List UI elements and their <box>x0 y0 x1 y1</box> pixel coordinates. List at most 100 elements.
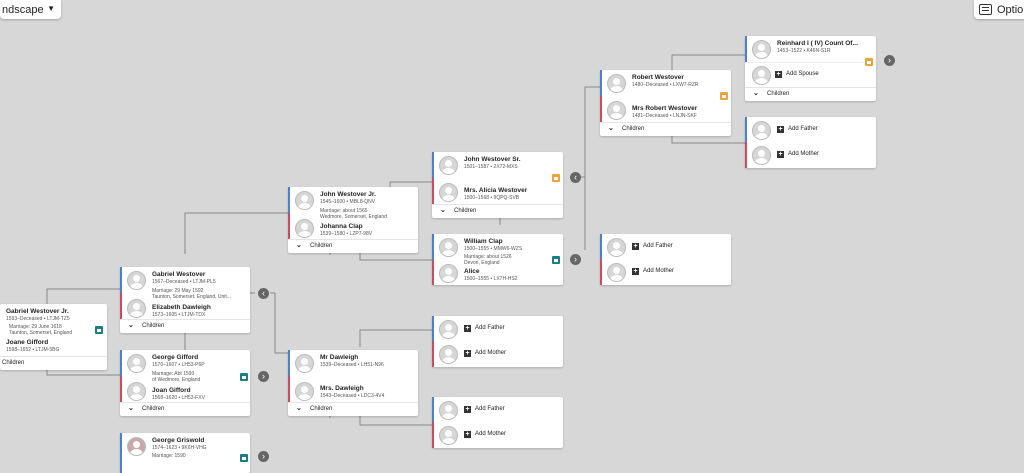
person-name[interactable]: Gabriel Westover Jr. <box>6 308 69 315</box>
person-name[interactable]: Gabriel Westover <box>152 271 205 278</box>
children-toggle[interactable]: ⌄ Children <box>432 204 563 218</box>
add-spouse-row[interactable]: + Add Spouse <box>745 62 876 88</box>
avatar-icon <box>295 354 314 373</box>
couple-card[interactable]: Mr Dawleigh 1539–Deceased • LH51-N96 Mrs… <box>288 350 418 416</box>
couple-card[interactable]: George Griswold 1574–1623 • 9K6H-VHG Mar… <box>120 433 250 473</box>
person-name[interactable]: John Westover Jr. <box>320 191 376 198</box>
person-name[interactable]: Johanna Clap <box>320 223 363 230</box>
husband-section[interactable]: Robert Westover 1480–Deceased • LXW7-RZR <box>600 70 731 96</box>
collapse-left-button[interactable]: ‹ <box>570 172 581 183</box>
add-father-label: Add Father <box>475 406 505 412</box>
couple-card[interactable]: William Clap 1500–1555 • MMW6-WZS Marria… <box>432 234 563 285</box>
children-toggle[interactable]: ⌄ Children <box>120 319 250 333</box>
avatar-icon <box>295 382 314 401</box>
person-dates: 1573–1605 • LTJM-TDX <box>152 312 206 318</box>
plus-icon: + <box>464 431 471 438</box>
wife-section[interactable]: Johanna Clap 1539–1580 • LZP7-98V <box>288 213 418 240</box>
add-father-row[interactable]: + Add Father <box>745 117 876 142</box>
plus-icon: + <box>775 71 782 78</box>
expand-right-button[interactable]: › <box>884 55 895 66</box>
person-name[interactable]: George Gifford <box>152 354 198 361</box>
person-name[interactable]: Alice <box>464 268 480 275</box>
add-father-row[interactable]: + Add Father <box>600 234 731 259</box>
person-name[interactable]: Mr Dawleigh <box>320 354 358 361</box>
ordinance-icon[interactable] <box>865 58 873 66</box>
wife-section[interactable]: Mrs. Alicia Westover 1500–1568 • 9QPQ-SV… <box>432 178 563 205</box>
children-toggle[interactable]: ⌄ Children <box>288 402 418 416</box>
husband-section[interactable]: Gabriel Westover 1567–Deceased • LTJM-PL… <box>120 267 250 300</box>
children-toggle[interactable]: ⌄ Children <box>288 239 418 253</box>
couple-card-root[interactable]: Gabriel Westover Jr. 1593–Deceased • LTJ… <box>0 304 107 370</box>
marriage-info: Marriage: 29 June 1618 Taunton, Somerset… <box>9 324 73 336</box>
person-name[interactable]: Mrs. Dawleigh <box>320 385 364 392</box>
couple-card[interactable]: George Gifford 1570–1607 • LH53-P6P Marr… <box>120 350 250 416</box>
options-button[interactable]: Options <box>974 0 1024 19</box>
chevron-down-icon: ⌄ <box>753 90 759 97</box>
person-dates: 1500–1568 • 9QPQ-SVB <box>464 195 520 201</box>
husband-section[interactable]: Mr Dawleigh 1539–Deceased • LH51-N96 <box>288 350 418 376</box>
wife-section[interactable]: Mrs. Dawleigh 1543–Deceased • LDC3-4V4 <box>288 376 418 403</box>
couple-card[interactable]: Gabriel Westover 1567–Deceased • LTJM-PL… <box>120 267 250 333</box>
spouse-name[interactable]: Joane Gifford <box>6 339 48 346</box>
person-name[interactable]: Elizabeth Dawleigh <box>152 304 211 311</box>
expand-right-button[interactable]: › <box>570 254 581 265</box>
collapse-left-button[interactable]: ‹ <box>258 288 269 299</box>
ordinance-icon[interactable] <box>720 92 728 100</box>
add-parents-card[interactable]: + Add Father + Add Mother <box>600 234 731 285</box>
person-name[interactable]: Joan Gifford <box>152 387 191 394</box>
avatar-icon <box>752 146 771 165</box>
plus-icon: + <box>464 350 471 357</box>
husband-section[interactable]: John Westover Jr. 1545–1600 • MBL8-QNV M… <box>288 187 418 220</box>
person-name[interactable]: George Griswold <box>152 437 204 444</box>
expand-right-button[interactable]: › <box>258 371 269 382</box>
children-toggle[interactable]: Children <box>0 356 107 370</box>
couple-card[interactable]: John Westover Sr. 1501–1587 • 2X72-MXS M… <box>432 152 563 218</box>
wife-section[interactable]: Alice 1500–1555 • LX7H-HS2 <box>432 260 563 285</box>
husband-section[interactable]: Gabriel Westover Jr. 1593–Deceased • LTJ… <box>0 304 107 356</box>
couple-card[interactable]: John Westover Jr. 1545–1600 • MBL8-QNV M… <box>288 187 418 253</box>
person-dates: 1545–1600 • MBL8-QNV <box>320 199 376 205</box>
person-dates: 1570–1607 • LH53-P6P <box>152 362 205 368</box>
couple-card[interactable]: Reinhard I ( IV) Count Of... 1453–1522 •… <box>745 36 876 101</box>
husband-section[interactable]: John Westover Sr. 1501–1587 • 2X72-MXS <box>432 152 563 178</box>
children-toggle[interactable]: ⌄ Children <box>120 402 250 416</box>
add-mother-row[interactable]: + Add Mother <box>745 142 876 168</box>
plus-icon: + <box>632 243 639 250</box>
couple-card[interactable]: Robert Westover 1480–Deceased • LXW7-RZR… <box>600 70 731 136</box>
husband-section[interactable]: William Clap 1500–1555 • MMW6-WZS Marria… <box>432 234 563 266</box>
add-mother-row[interactable]: + Add Mother <box>600 259 731 285</box>
add-mother-row[interactable]: + Add Mother <box>432 422 563 448</box>
avatar-icon <box>752 66 771 85</box>
children-label: Children <box>622 126 645 132</box>
add-parents-card[interactable]: + Add Father + Add Mother <box>432 316 563 367</box>
husband-section[interactable]: George Gifford 1570–1607 • LH53-P6P Marr… <box>120 350 250 383</box>
husband-section[interactable]: George Griswold 1574–1623 • 9K6H-VHG Mar… <box>120 433 250 473</box>
view-mode-dropdown[interactable]: ndscape ▼ <box>0 0 61 19</box>
spouse-dates: 1598–1652 • LTJM-5BG <box>6 347 60 353</box>
person-name[interactable]: John Westover Sr. <box>464 156 521 163</box>
avatar-icon <box>127 382 146 401</box>
person-name[interactable]: Robert Westover <box>632 74 684 81</box>
temple-icon[interactable] <box>95 326 103 334</box>
temple-icon[interactable] <box>240 373 248 381</box>
wife-section[interactable]: Joan Gifford 1568–1620 • LH53-FXV <box>120 376 250 403</box>
children-label: Children <box>142 406 165 412</box>
person-name[interactable]: Mrs Robert Westover <box>632 105 697 112</box>
person-name[interactable]: Mrs. Alicia Westover <box>464 187 527 194</box>
wife-section[interactable]: Elizabeth Dawleigh 1573–1605 • LTJM-TDX <box>120 293 250 320</box>
wife-section[interactable]: Mrs Robert Westover 1481–Deceased • LNJN… <box>600 96 731 123</box>
temple-icon[interactable] <box>240 454 248 462</box>
children-toggle[interactable]: ⌄ Children <box>745 87 876 101</box>
temple-icon[interactable] <box>552 256 560 264</box>
add-father-row[interactable]: + Add Father <box>432 397 563 422</box>
add-father-row[interactable]: + Add Father <box>432 316 563 341</box>
children-toggle[interactable]: ⌄ Children <box>600 122 731 136</box>
husband-section[interactable]: Reinhard I ( IV) Count Of... 1453–1522 •… <box>745 36 876 62</box>
plus-icon: + <box>464 325 471 332</box>
add-mother-row[interactable]: + Add Mother <box>432 341 563 367</box>
person-name[interactable]: William Clap <box>464 238 503 245</box>
ordinance-icon[interactable] <box>552 174 560 182</box>
add-parents-card[interactable]: + Add Father + Add Mother <box>432 397 563 448</box>
person-name[interactable]: Reinhard I ( IV) Count Of... <box>777 40 858 47</box>
add-parents-card[interactable]: + Add Father + Add Mother <box>745 117 876 168</box>
